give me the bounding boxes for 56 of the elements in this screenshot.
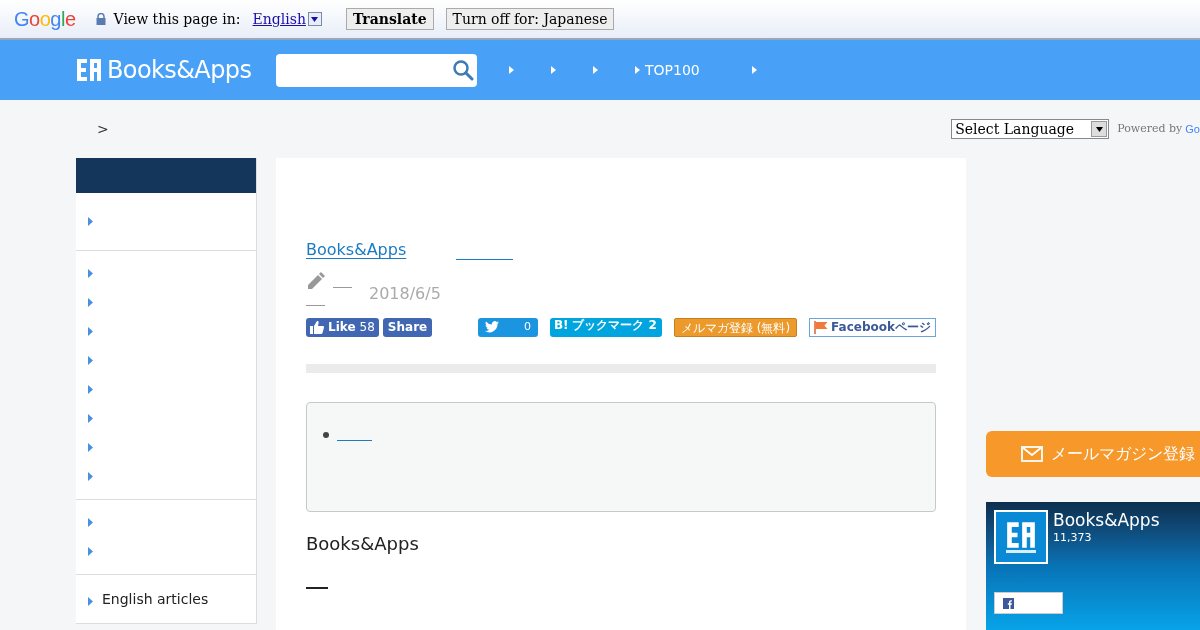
sidebar-arrow-icon[interactable] xyxy=(88,356,93,365)
bullet-icon xyxy=(323,432,329,438)
facebook-follow-button[interactable] xyxy=(994,592,1063,614)
share-button[interactable]: Share xyxy=(382,317,433,337)
sidebar-arrow-icon[interactable] xyxy=(88,385,93,394)
nav-arrow-icon[interactable] xyxy=(593,66,598,74)
bird-icon xyxy=(485,321,500,333)
language-select[interactable]: Select Language xyxy=(951,119,1110,139)
arrow-icon xyxy=(88,596,93,606)
thumbs-up-icon xyxy=(310,320,324,334)
page-logo-icon xyxy=(994,510,1048,564)
nav-arrow-icon[interactable] xyxy=(751,66,757,74)
arrow-icon xyxy=(635,66,640,74)
flag-icon xyxy=(814,320,829,334)
facebook-page-button[interactable]: Facebookページ xyxy=(809,317,936,337)
sidebar-item[interactable]: English articles xyxy=(76,575,256,623)
sidebar-arrow-icon[interactable] xyxy=(88,298,93,307)
post-date: 2018/6/5 xyxy=(369,283,441,305)
site-link[interactable]: Books&Apps xyxy=(306,238,437,262)
arrow-icon xyxy=(551,66,556,74)
sidebar-arrow-icon[interactable] xyxy=(88,518,93,527)
lock-icon xyxy=(95,13,106,25)
sidebar-arrow-icon[interactable] xyxy=(88,217,93,226)
powered-by-label: Powered by xyxy=(1117,120,1183,137)
arrow-icon xyxy=(593,66,598,74)
search-field[interactable] xyxy=(276,53,477,87)
google-logo: Google xyxy=(14,7,76,32)
sidebar-arrow-icon[interactable] xyxy=(88,472,93,481)
arrow-icon xyxy=(751,66,757,74)
sidebar-arrow-icon[interactable] xyxy=(88,269,93,278)
bookmark-button[interactable]: B! ブックマーク 2 xyxy=(549,317,662,337)
language-link[interactable]: English xyxy=(252,8,306,30)
translate-prompt: View this page in: xyxy=(113,9,241,29)
tweet-button[interactable]: 0 xyxy=(478,317,538,337)
sidebar-arrow-icon[interactable] xyxy=(88,547,93,556)
breadcrumb-separator: > xyxy=(97,119,109,139)
pencil-icon xyxy=(306,272,325,291)
search-icon[interactable] xyxy=(452,59,474,81)
dash-mark xyxy=(306,587,328,589)
like-button[interactable]: Like 58 xyxy=(306,317,379,337)
nav-arrow-icon[interactable] xyxy=(551,66,556,74)
logo-icon xyxy=(76,58,102,82)
follower-count: 11,373 xyxy=(1053,530,1093,546)
sidebar-arrow-icon[interactable] xyxy=(88,414,93,423)
google-brand: Go xyxy=(1185,121,1200,137)
section-heading: Books&Apps xyxy=(306,532,420,556)
arrow-icon xyxy=(509,66,514,74)
sidebar-arrow-icon[interactable] xyxy=(88,443,93,452)
page-name[interactable]: Books&Apps xyxy=(1053,510,1160,530)
sidebar-arrow-icon[interactable] xyxy=(88,327,93,336)
dropdown-arrow-icon xyxy=(1095,126,1103,132)
nav-arrow-icon[interactable] xyxy=(509,66,514,74)
facebook-icon xyxy=(1003,597,1014,609)
translate-button[interactable]: Translate xyxy=(345,8,434,30)
turn-off-button[interactable]: Turn off for: Japanese xyxy=(445,8,615,30)
mail-icon xyxy=(1021,446,1043,462)
